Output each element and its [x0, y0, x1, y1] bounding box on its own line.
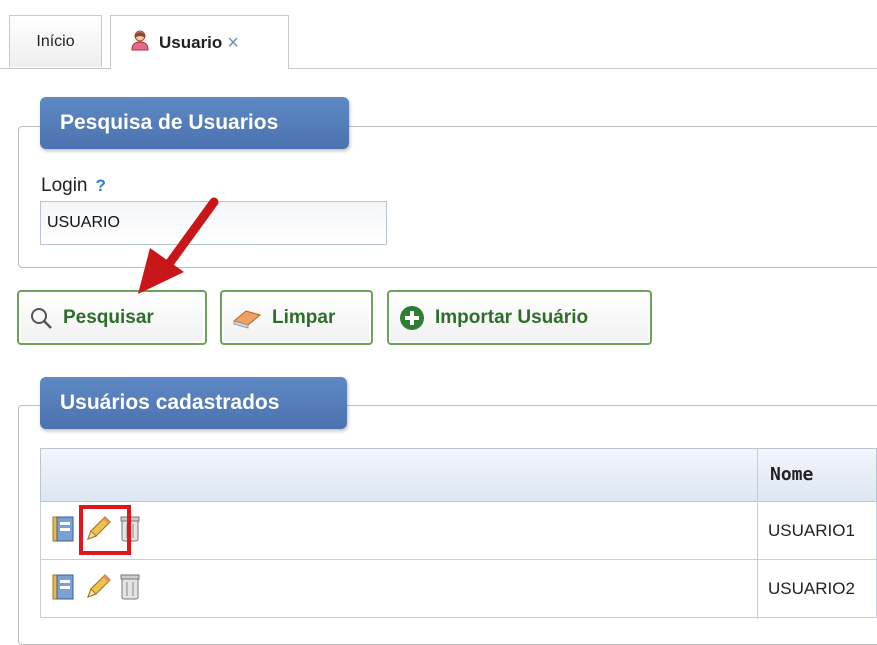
tab-usuario-label: Usuario [159, 32, 223, 52]
importar-usuario-button[interactable]: Importar Usuário [387, 290, 652, 345]
tab-inicio-label: Início [36, 32, 75, 50]
table-row: USUARIO1 [40, 502, 877, 560]
details-icon[interactable] [51, 572, 77, 602]
add-circle-icon [399, 305, 425, 331]
delete-icon[interactable] [119, 572, 141, 602]
pesquisar-label: Pesquisar [63, 306, 154, 328]
tab-bar: Início Usuario × [0, 0, 877, 69]
highlight-box [79, 505, 131, 555]
column-header-nome[interactable]: Nome [770, 464, 813, 485]
search-panel-title: Pesquisa de Usuarios [40, 97, 349, 149]
table-header [40, 448, 877, 502]
help-icon[interactable]: ? [96, 176, 106, 195]
importar-label: Importar Usuário [435, 306, 589, 328]
users-panel-title: Usuários cadastrados [40, 377, 347, 429]
search-icon [29, 306, 53, 330]
table-row: USUARIO2 [40, 560, 877, 618]
details-icon[interactable] [51, 514, 77, 544]
edit-icon[interactable] [83, 572, 113, 602]
tab-inicio[interactable]: Início [9, 15, 102, 67]
eraser-icon [232, 307, 262, 329]
cell-nome: USUARIO2 [768, 579, 855, 598]
column-divider [757, 448, 758, 619]
close-icon[interactable]: × [227, 33, 239, 53]
limpar-button[interactable]: Limpar [220, 290, 373, 345]
user-icon [129, 29, 151, 56]
login-label: Login? [41, 175, 106, 197]
tab-usuario[interactable]: Usuario × [110, 15, 289, 69]
cell-nome: USUARIO1 [768, 521, 855, 540]
annotation-arrow-icon [138, 197, 219, 294]
row-actions [51, 572, 147, 602]
login-label-text: Login [41, 175, 88, 196]
limpar-label: Limpar [272, 306, 336, 328]
